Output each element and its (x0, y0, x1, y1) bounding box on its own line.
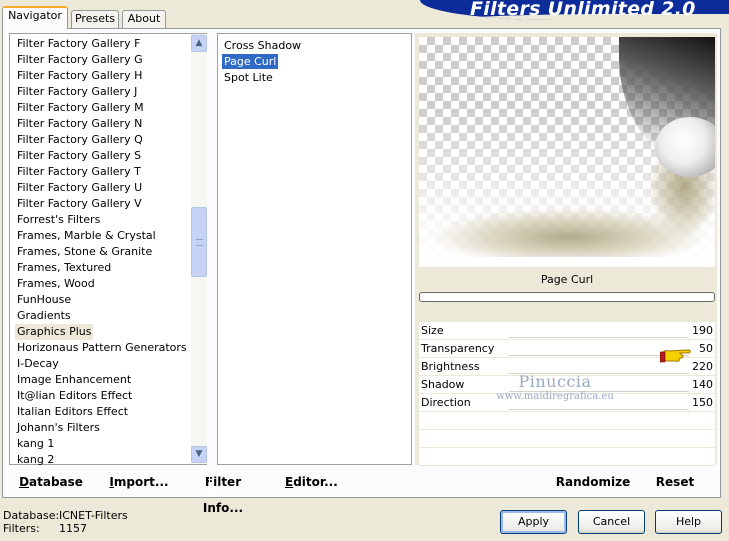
parameter-row-empty (419, 430, 715, 448)
tab-presets[interactable]: Presets (71, 10, 119, 28)
category-item[interactable]: Filter Factory Gallery T (15, 164, 143, 180)
preview-image (419, 37, 715, 267)
pointing-hand-icon (660, 349, 691, 363)
brand-title: Filters Unlimited 2.0 (470, 0, 696, 20)
watermark-site: www.maidiregrafica.eu (496, 391, 614, 402)
toolbar-divider (209, 469, 210, 495)
category-item[interactable]: kang 2 (15, 452, 56, 468)
parameter-name: Shadow (421, 378, 465, 391)
filters-status-value: 1157 (59, 522, 87, 535)
category-item[interactable]: Frames, Stone & Granite (15, 244, 154, 260)
category-item[interactable]: Filter Factory Gallery J (15, 84, 139, 100)
category-item[interactable]: Frames, Textured (15, 260, 113, 276)
parameter-value: 190 (692, 324, 713, 337)
parameter-row[interactable]: Size 190 (419, 322, 715, 340)
category-item[interactable]: kang 1 (15, 436, 56, 452)
database-status-value: ICNET-Filters (59, 509, 128, 522)
watermark: Pinuccia www.maidiregrafica.eu (490, 372, 620, 402)
parameter-name: Direction (421, 396, 471, 409)
category-item[interactable]: Filter Factory Gallery F (15, 36, 142, 52)
category-item[interactable]: Image Enhancement (15, 372, 133, 388)
category-item[interactable]: Frames, Wood (15, 276, 97, 292)
parameter-name: Transparency (421, 342, 495, 355)
database-status-label: Database: (3, 509, 60, 522)
scroll-down-button[interactable]: ▼ (191, 446, 207, 463)
filter-item[interactable]: Spot Lite (222, 70, 275, 85)
category-item[interactable]: I-Decay (15, 356, 61, 372)
category-item[interactable]: Filter Factory Gallery M (15, 100, 146, 116)
reset-button[interactable]: Reset (653, 469, 697, 495)
category-item[interactable]: Filter Factory Gallery H (15, 68, 144, 84)
category-item[interactable]: Filter Factory Gallery V (15, 196, 144, 212)
grip-icon (196, 239, 203, 246)
help-button[interactable]: Help (655, 510, 722, 534)
filters-status-label: Filters: (3, 522, 40, 535)
randomize-button[interactable]: Randomize (555, 469, 631, 495)
apply-button[interactable]: Apply (500, 510, 567, 534)
tab-navigator[interactable]: Navigator (2, 6, 68, 29)
filter-item[interactable]: Page Curl (222, 54, 279, 69)
watermark-name: Pinuccia (518, 372, 592, 391)
parameter-value: 220 (692, 360, 713, 373)
arrow-up-icon: ▲ (195, 38, 203, 48)
parameter-name: Size (421, 324, 444, 337)
filter-list[interactable]: Cross Shadow Page Curl Spot Lite (217, 33, 412, 465)
category-item[interactable]: Graphics Plus (15, 324, 94, 340)
parameter-value: 50 (699, 342, 713, 355)
cancel-button[interactable]: Cancel (578, 510, 645, 534)
parameter-row-empty (419, 412, 715, 430)
category-item[interactable]: Filter Factory Gallery S (15, 148, 143, 164)
category-item[interactable]: Filter Factory Gallery Q (15, 132, 145, 148)
progress-bar (419, 292, 715, 302)
parameter-value: 140 (692, 378, 713, 391)
category-item[interactable]: It@lian Editors Effect (15, 388, 134, 404)
filter-info-button[interactable]: Filter Info... (187, 469, 259, 515)
parameter-row-empty (419, 448, 715, 466)
scroll-thumb[interactable] (191, 207, 207, 277)
filter-item[interactable]: Cross Shadow (222, 38, 303, 53)
scroll-up-button[interactable]: ▲ (191, 35, 207, 52)
category-item[interactable]: Filter Factory Gallery N (15, 116, 144, 132)
parameter-value: 150 (692, 396, 713, 409)
database-button[interactable]: Database (15, 469, 87, 495)
parameter-slider-track[interactable] (509, 337, 689, 338)
category-item[interactable]: Gradients (15, 308, 73, 324)
category-list[interactable]: ▲ ▼ Filter Factory Gallery F Filter Facto… (9, 33, 207, 468)
category-item[interactable]: Filter Factory Gallery U (15, 180, 144, 196)
toolbar-divider (413, 469, 414, 495)
navigator-panel: ▲ ▼ Filter Factory Gallery F Filter Facto… (2, 28, 721, 515)
import-button[interactable]: Import... (109, 469, 169, 495)
parameter-name: Brightness (421, 360, 480, 373)
editor-button[interactable]: Editor... (285, 469, 338, 495)
category-item[interactable]: Horizonaus Pattern Generators (15, 340, 189, 356)
parameter-slider-track[interactable] (509, 409, 689, 410)
tab-about[interactable]: About (122, 10, 166, 28)
category-item[interactable]: Johann's Filters (15, 420, 102, 436)
category-item[interactable]: FunHouse (15, 292, 73, 308)
category-item[interactable]: Forrest's Filters (15, 212, 102, 228)
preview-label: Page Curl (540, 273, 594, 286)
category-item[interactable]: Filter Factory Gallery G (15, 52, 145, 68)
category-item[interactable]: Italian Editors Effect (15, 404, 130, 420)
arrow-down-icon: ▼ (195, 449, 203, 459)
category-scrollbar[interactable]: ▲ ▼ (191, 34, 207, 464)
category-item[interactable]: Frames, Marble & Crystal (15, 228, 158, 244)
